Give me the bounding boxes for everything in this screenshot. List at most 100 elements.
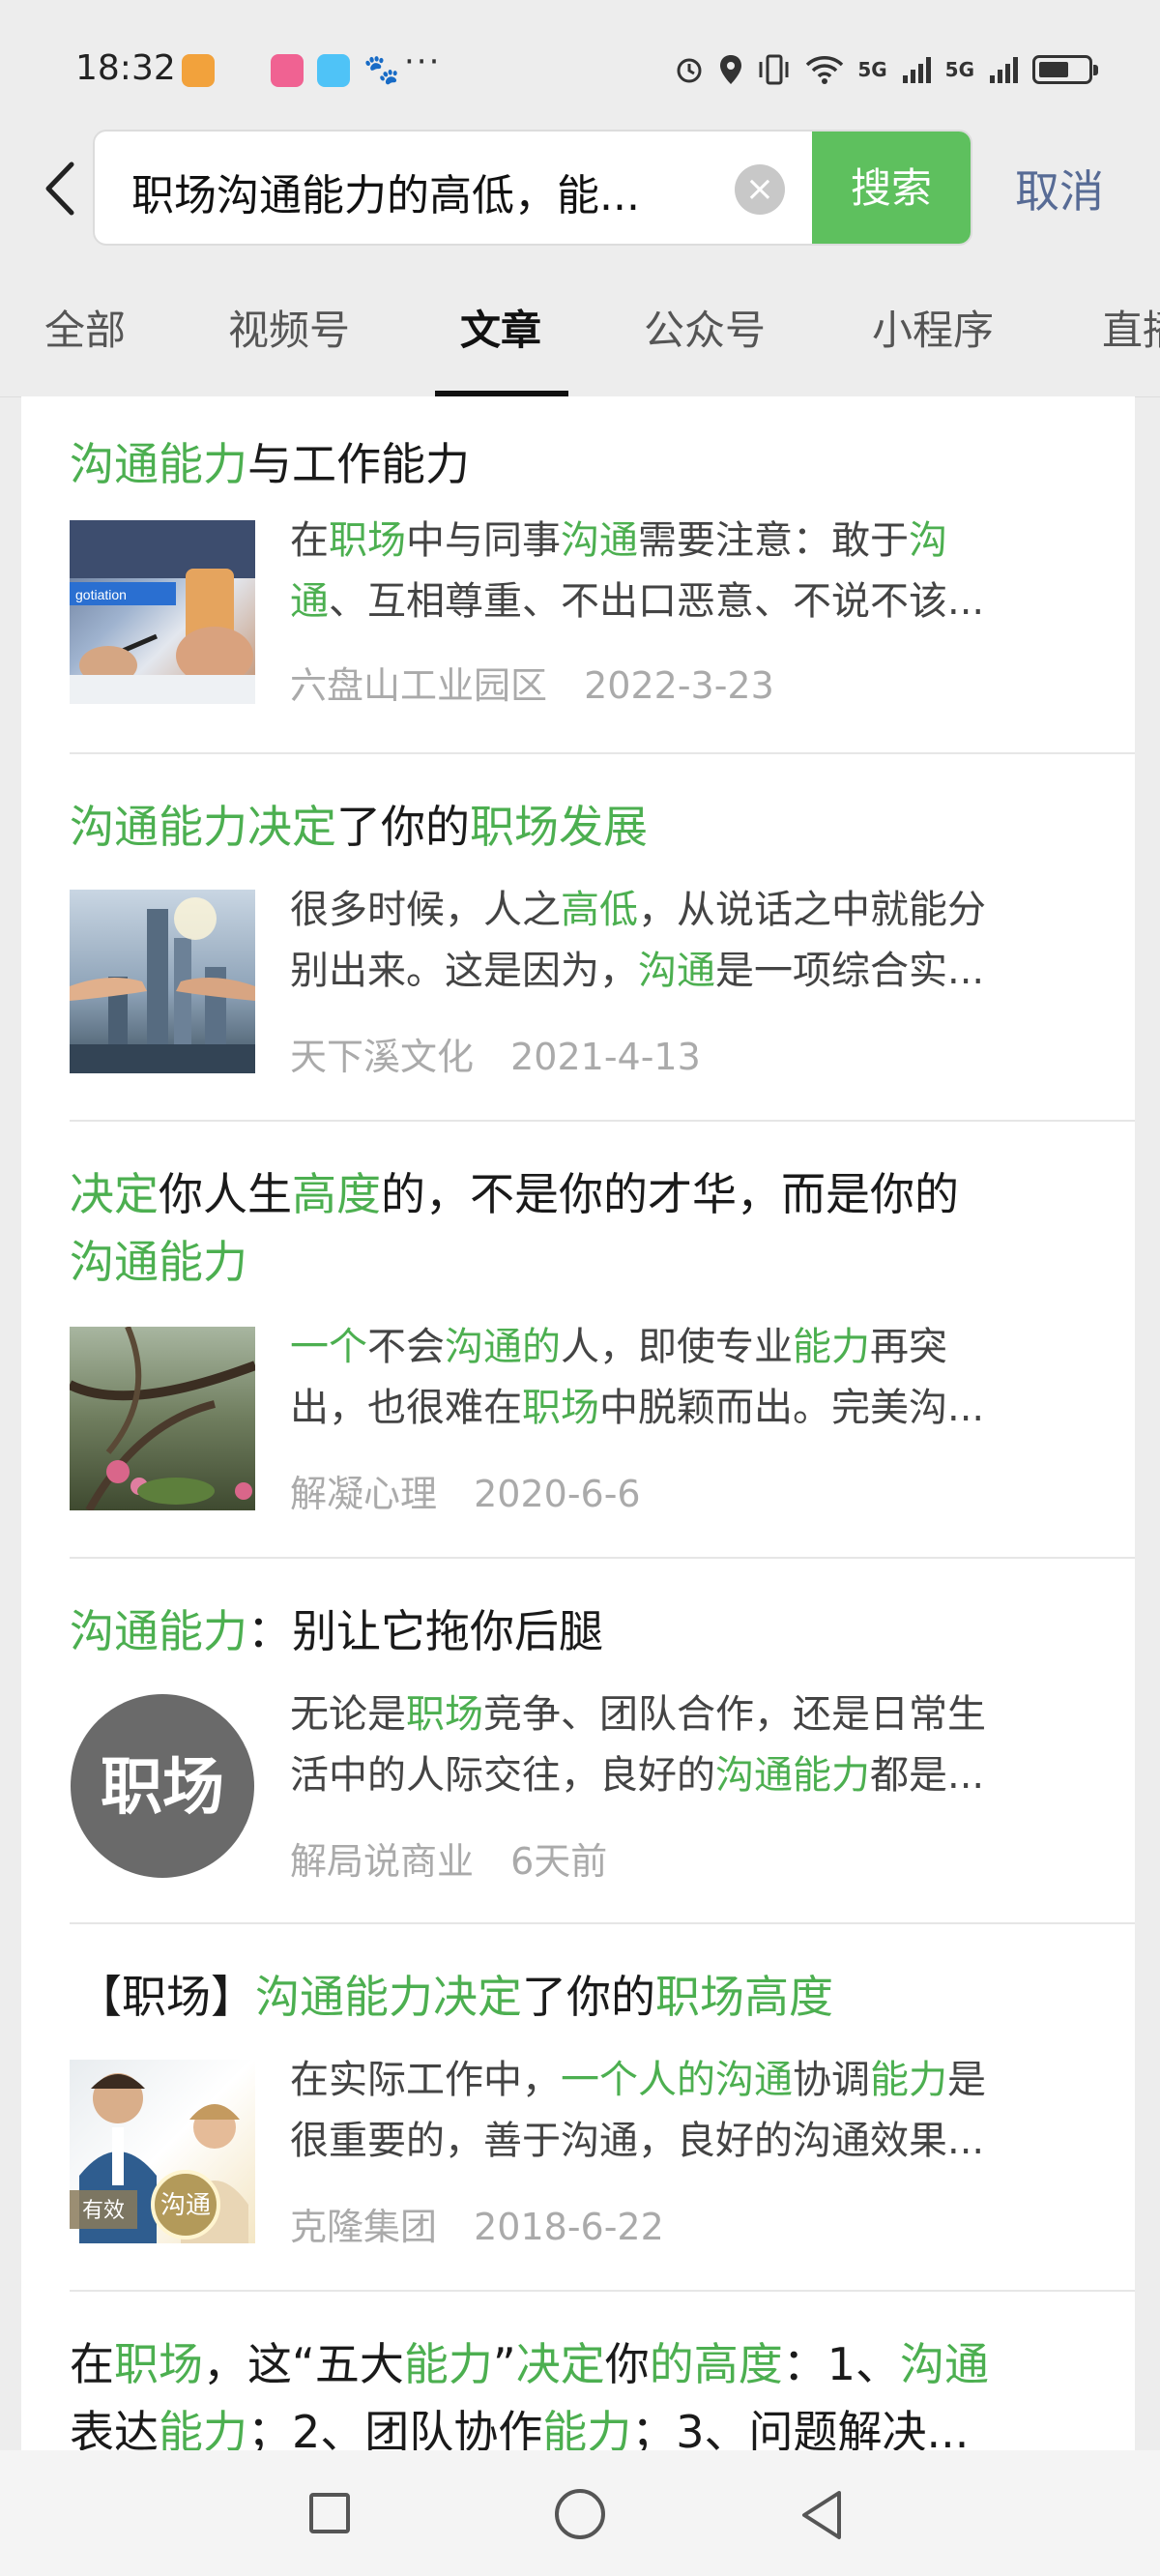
article-source[interactable]: 解局说商业	[290, 1840, 474, 1883]
highlighted-keyword: 职场高度	[655, 1971, 833, 2023]
article-item[interactable]: 沟通能力与工作能力 gotiation 在职场中与同事沟通需要注意：敢于沟 通、…	[21, 396, 1135, 754]
text-segment: ；2、团队协作	[247, 2406, 543, 2450]
article-meta: 天下溪文化 2021-4-13	[290, 1027, 726, 1080]
network-type: 5G	[857, 58, 887, 81]
text-segment: 不会	[367, 1325, 445, 1369]
text-segment: 表达	[70, 2406, 159, 2450]
article-thumbnail: gotiation	[70, 520, 255, 704]
text-segment: ；3、问题解决...	[631, 2406, 970, 2450]
text-segment: 【职场】	[77, 1971, 255, 2023]
article-source[interactable]: 天下溪文化	[290, 1036, 474, 1078]
highlighted-keyword: 沟通能力	[70, 1236, 247, 1288]
back-icon[interactable]	[798, 2489, 845, 2541]
text-segment: 是一项综合实...	[715, 949, 985, 993]
cancel-button[interactable]: 取消	[1015, 157, 1104, 220]
article-title[interactable]: 【职场】沟通能力决定了你的职场高度	[77, 1963, 1102, 2031]
article-meta: 解局说商业 6天前	[290, 1831, 632, 1885]
highlighted-keyword: 沟通能力决定	[255, 1971, 522, 2023]
article-source[interactable]: 克隆集团	[290, 2206, 437, 2248]
highlighted-keyword: 高低	[561, 888, 638, 932]
tab-official-accounts[interactable]: 公众号	[644, 298, 766, 357]
article-title[interactable]: 沟通能力：别让它拖你后腿	[70, 1597, 1094, 1665]
status-bar: 18:32 🐾 ··· 5G 5G	[0, 0, 1160, 126]
text-segment: 你	[604, 2338, 650, 2390]
search-button[interactable]: 搜索	[812, 132, 971, 244]
text-segment: 竞争、团队合作，还是日常生	[483, 1692, 986, 1737]
article-summary: 很多时候，人之高低，从说话之中就能分 别出来。这是因为，沟通是一项综合实...	[290, 880, 1092, 1002]
article-summary: 在职场中与同事沟通需要注意：敢于沟 通、互相尊重、不出口恶意、不说不该...	[290, 511, 1092, 632]
highlighted-keyword: 一个	[290, 1325, 367, 1369]
highlighted-keyword: 通	[290, 579, 329, 624]
highlighted-keyword: 沟通能力	[715, 1753, 870, 1798]
text-segment: ，从说话之中就能分	[638, 888, 986, 932]
clear-icon[interactable]: ×	[735, 164, 785, 215]
search-query-text[interactable]: 职场沟通能力的高低，能...	[131, 161, 750, 222]
home-icon[interactable]	[555, 2489, 605, 2539]
search-bar: 职场沟通能力的高低，能... × 搜索 取消	[0, 126, 1160, 251]
article-title[interactable]: 在职场，这“五大能力”决定你的高度：1、沟通 表达能力；2、团队协作能力；3、问…	[70, 2330, 1094, 2450]
article-meta: 解凝心理 2020-6-6	[290, 1464, 666, 1517]
tab-live[interactable]: 直播	[1102, 298, 1160, 357]
text-segment: 需要注意：敢于	[638, 518, 909, 563]
text-segment: 很多时候，人之	[290, 888, 561, 932]
text-segment: ：别让它拖你后腿	[247, 1605, 603, 1657]
text-segment: 活中的人际交往，良好的	[290, 1753, 715, 1798]
text-segment: ，这“五大	[203, 2338, 404, 2390]
text-segment: 中与同事	[406, 518, 561, 563]
results-list: 沟通能力与工作能力 gotiation 在职场中与同事沟通需要注意：敢于沟 通、…	[21, 396, 1135, 2450]
thumbnail-caption: gotiation	[75, 587, 127, 602]
text-segment: 别出来。这是因为，	[290, 949, 638, 993]
article-thumbnail: 有效 沟通	[70, 2060, 255, 2243]
article-summary: 无论是职场竞争、团队合作，还是日常生 活中的人际交往，良好的沟通能力都是...	[290, 1684, 1092, 1806]
text-segment: 、互相尊重、不出口恶意、不说不该...	[329, 579, 985, 624]
article-date: 2022-3-23	[584, 664, 774, 707]
text-segment: 你人生	[159, 1168, 292, 1220]
system-nav-bar	[0, 2450, 1160, 2576]
article-item[interactable]: 决定你人生高度的，不是你的才华，而是你的 沟通能力 一个不会沟通的人，即使专业能…	[21, 1122, 1135, 1559]
highlighted-keyword: 能力	[793, 1325, 870, 1369]
highlighted-keyword: 沟通能力决定	[70, 801, 336, 853]
highlighted-keyword: 职场	[329, 518, 406, 563]
article-title[interactable]: 沟通能力与工作能力	[70, 430, 1094, 498]
wifi-icon	[806, 56, 844, 84]
highlighted-keyword: 沟通能力	[70, 1605, 247, 1657]
highlighted-keyword: 职场	[114, 2338, 203, 2390]
highlighted-keyword: 能力	[159, 2406, 247, 2450]
article-item[interactable]: 沟通能力：别让它拖你后腿 职场 无论是职场竞争、团队合作，还是日常生 活中的人际…	[21, 1559, 1135, 1924]
vibrate-icon	[759, 54, 789, 85]
article-item[interactable]: 在职场，这“五大能力”决定你的高度：1、沟通 表达能力；2、团队协作能力；3、问…	[21, 2292, 1135, 2450]
network-type-2: 5G	[944, 58, 974, 81]
highlighted-keyword: 职场	[522, 1386, 599, 1430]
highlighted-keyword: 沟通的	[445, 1325, 561, 1369]
text-segment: 很重要的，善于沟通，良好的沟通效果...	[290, 2119, 985, 2163]
article-title[interactable]: 沟通能力决定了你的职场发展	[70, 793, 1094, 861]
highlighted-keyword: 沟通	[899, 2338, 989, 2390]
article-source[interactable]: 解凝心理	[290, 1473, 437, 1515]
text-segment: 再突	[870, 1325, 947, 1369]
article-date: 2020-6-6	[474, 1473, 641, 1515]
text-segment: 在	[290, 518, 329, 563]
search-input[interactable]: 职场沟通能力的高低，能... × 搜索	[93, 130, 972, 246]
text-segment: 协调	[793, 2058, 870, 2102]
article-item[interactable]: 沟通能力决定了你的职场发展 很多时候，人之高低，从说话之中就能分 别出来。这是因…	[21, 754, 1135, 1122]
article-date: 2018-6-22	[474, 2206, 664, 2248]
article-item[interactable]: 【职场】沟通能力决定了你的职场高度 有效 沟通 在实际工作中，一个人的沟通协调能…	[21, 1924, 1135, 2292]
notification-app-icon	[182, 54, 215, 87]
highlighted-keyword: 职场	[406, 1692, 483, 1737]
signal-icon	[902, 57, 931, 83]
recent-apps-icon[interactable]	[309, 2493, 350, 2533]
tab-channels[interactable]: 视频号	[228, 298, 350, 357]
article-title[interactable]: 决定你人生高度的，不是你的才华，而是你的 沟通能力	[70, 1160, 1094, 1296]
text-segment: ”	[492, 2338, 516, 2390]
tab-all[interactable]: 全部	[44, 298, 126, 357]
article-source[interactable]: 六盘山工业园区	[290, 664, 547, 707]
highlighted-keyword: 沟通	[561, 518, 638, 563]
article-summary: 在实际工作中，一个人的沟通协调能力是 很重要的，善于沟通，良好的沟通效果...	[290, 2050, 1092, 2172]
tab-mini-programs[interactable]: 小程序	[872, 298, 994, 357]
thumbnail-caption: 有效	[82, 2199, 125, 2223]
back-arrow-icon[interactable]	[37, 155, 85, 222]
battery-icon	[1032, 55, 1098, 84]
category-tabs: 全部 视频号 文章 公众号 小程序 直播	[0, 251, 1160, 397]
tab-articles[interactable]: 文章	[460, 298, 541, 357]
highlighted-keyword: 的高度	[649, 2338, 783, 2390]
